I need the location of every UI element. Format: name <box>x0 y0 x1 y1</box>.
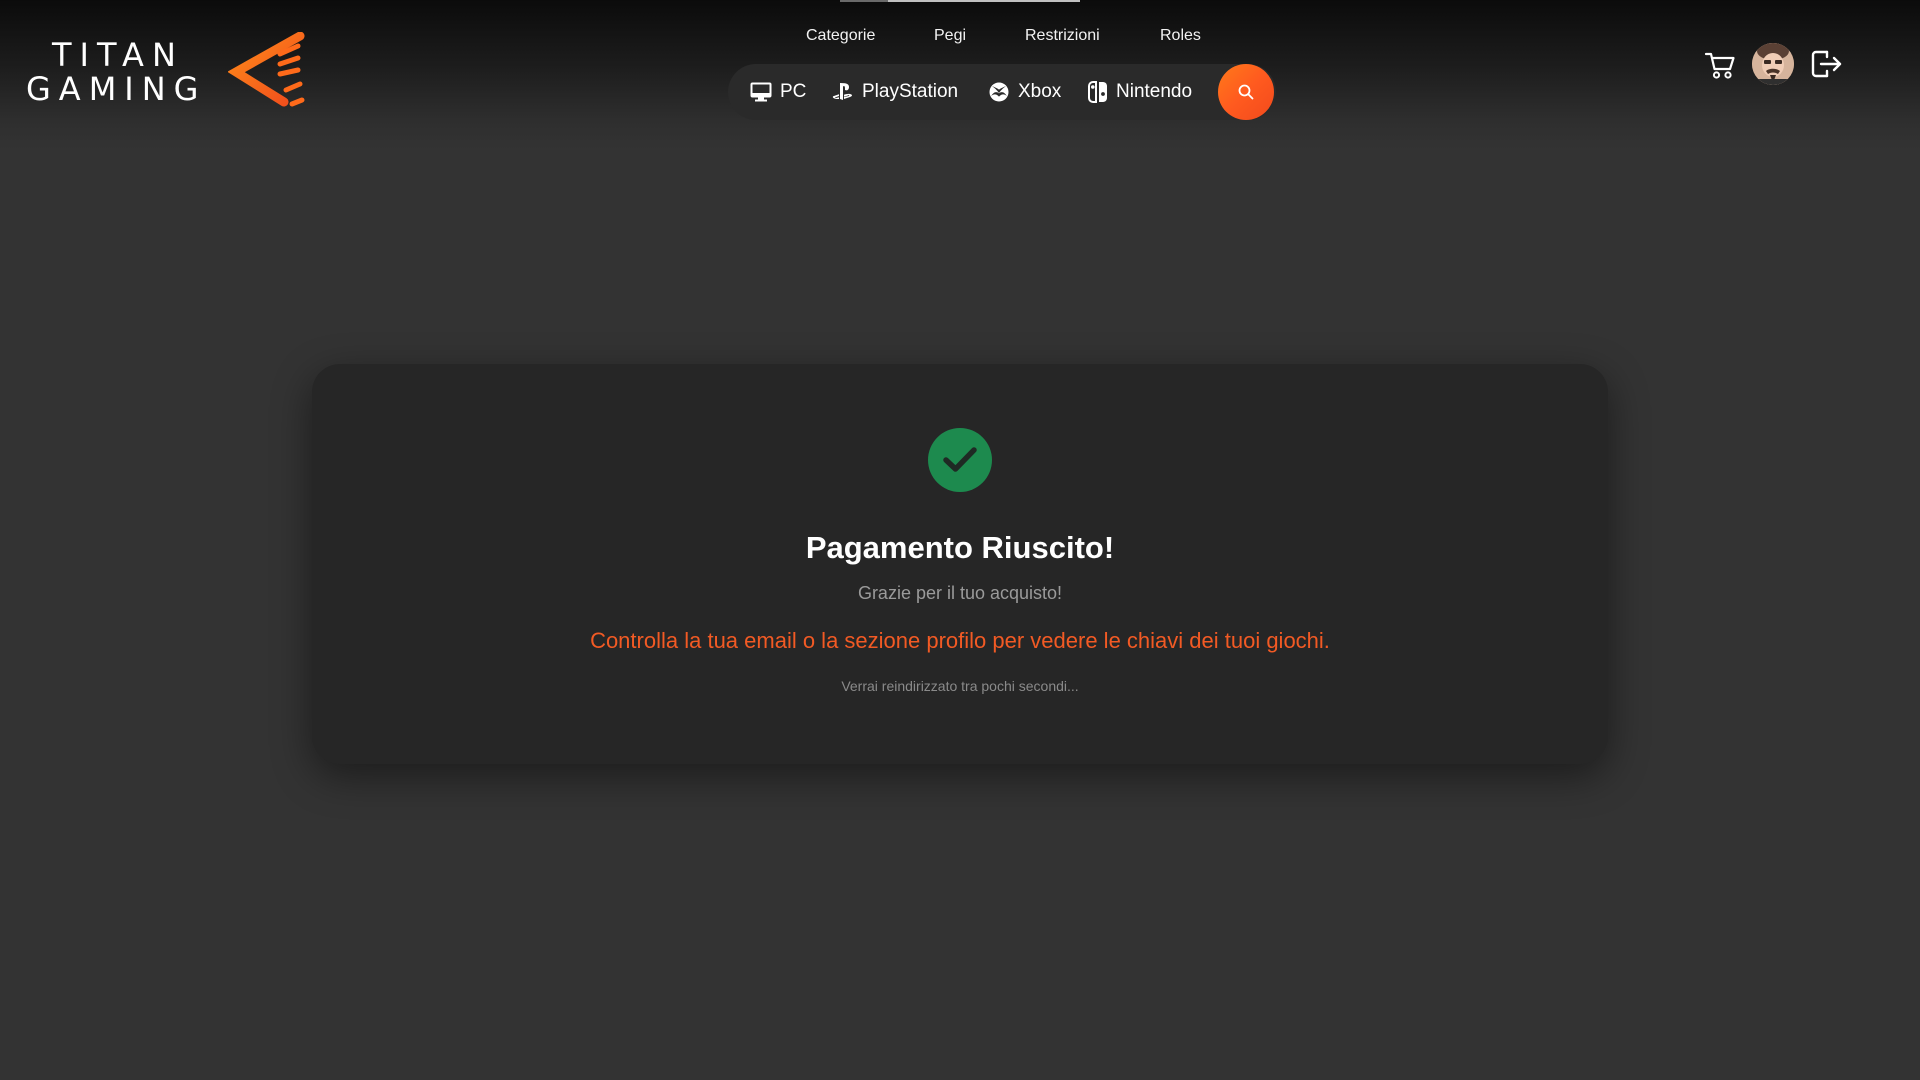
nintendo-switch-icon <box>1088 81 1107 103</box>
brand-line-1: TITAN <box>52 36 184 74</box>
brand-line-2: GAMING <box>26 70 207 108</box>
playstation-icon <box>832 83 853 100</box>
platform-label: Nintendo <box>1116 81 1193 102</box>
page-title: Pagamento Riuscito! <box>805 530 1115 565</box>
nav-link-pegi[interactable]: Pegi <box>934 24 966 48</box>
platform-pc[interactable]: PC <box>750 78 806 106</box>
xbox-icon <box>989 82 1009 102</box>
nav-link-roles[interactable]: Roles <box>1160 24 1201 48</box>
cart-icon[interactable] <box>1704 48 1738 82</box>
nav-link-restrizioni[interactable]: Restrizioni <box>1025 24 1100 48</box>
platform-nav: PC PlayStation Xbox Nintendo <box>728 64 1276 120</box>
keys-info-text: Controlla la tua email o la sezione prof… <box>590 628 1330 653</box>
thank-you-text: Grazie per il tuo acquisto! <box>857 583 1063 603</box>
platform-label: PlayStation <box>862 81 959 102</box>
search-button[interactable] <box>1218 64 1274 120</box>
page: TITAN GAMING Categorie Pegi Restrizioni … <box>0 0 1920 1080</box>
logout-icon[interactable] <box>1810 48 1844 80</box>
brand-wordmark: TITAN GAMING <box>26 38 206 106</box>
brand-logo[interactable]: TITAN GAMING <box>26 32 306 112</box>
check-icon <box>943 447 977 472</box>
success-badge <box>928 428 992 492</box>
search-icon <box>1238 84 1254 100</box>
site-header: TITAN GAMING Categorie Pegi Restrizioni … <box>0 0 1920 150</box>
platform-label: Xbox <box>1018 81 1062 102</box>
user-avatar[interactable] <box>1752 43 1794 85</box>
nav-link-categorie[interactable]: Categorie <box>806 24 875 48</box>
category-nav: Categorie Pegi Restrizioni Roles <box>780 24 1240 48</box>
monitor-icon <box>750 82 772 102</box>
payment-success-card: Pagamento Riuscito! Grazie per il tuo ac… <box>312 364 1608 764</box>
platform-xbox[interactable]: Xbox <box>988 78 1061 106</box>
platform-playstation[interactable]: PlayStation <box>832 78 958 106</box>
brand-mark-icon <box>228 32 305 107</box>
avatar-icon <box>1752 43 1794 85</box>
platform-label: PC <box>780 81 807 102</box>
top-progress-indicator <box>840 0 1080 2</box>
platform-nintendo[interactable]: Nintendo <box>1088 78 1192 106</box>
redirect-notice: Verrai reindirizzato tra pochi secondi..… <box>841 678 1079 694</box>
